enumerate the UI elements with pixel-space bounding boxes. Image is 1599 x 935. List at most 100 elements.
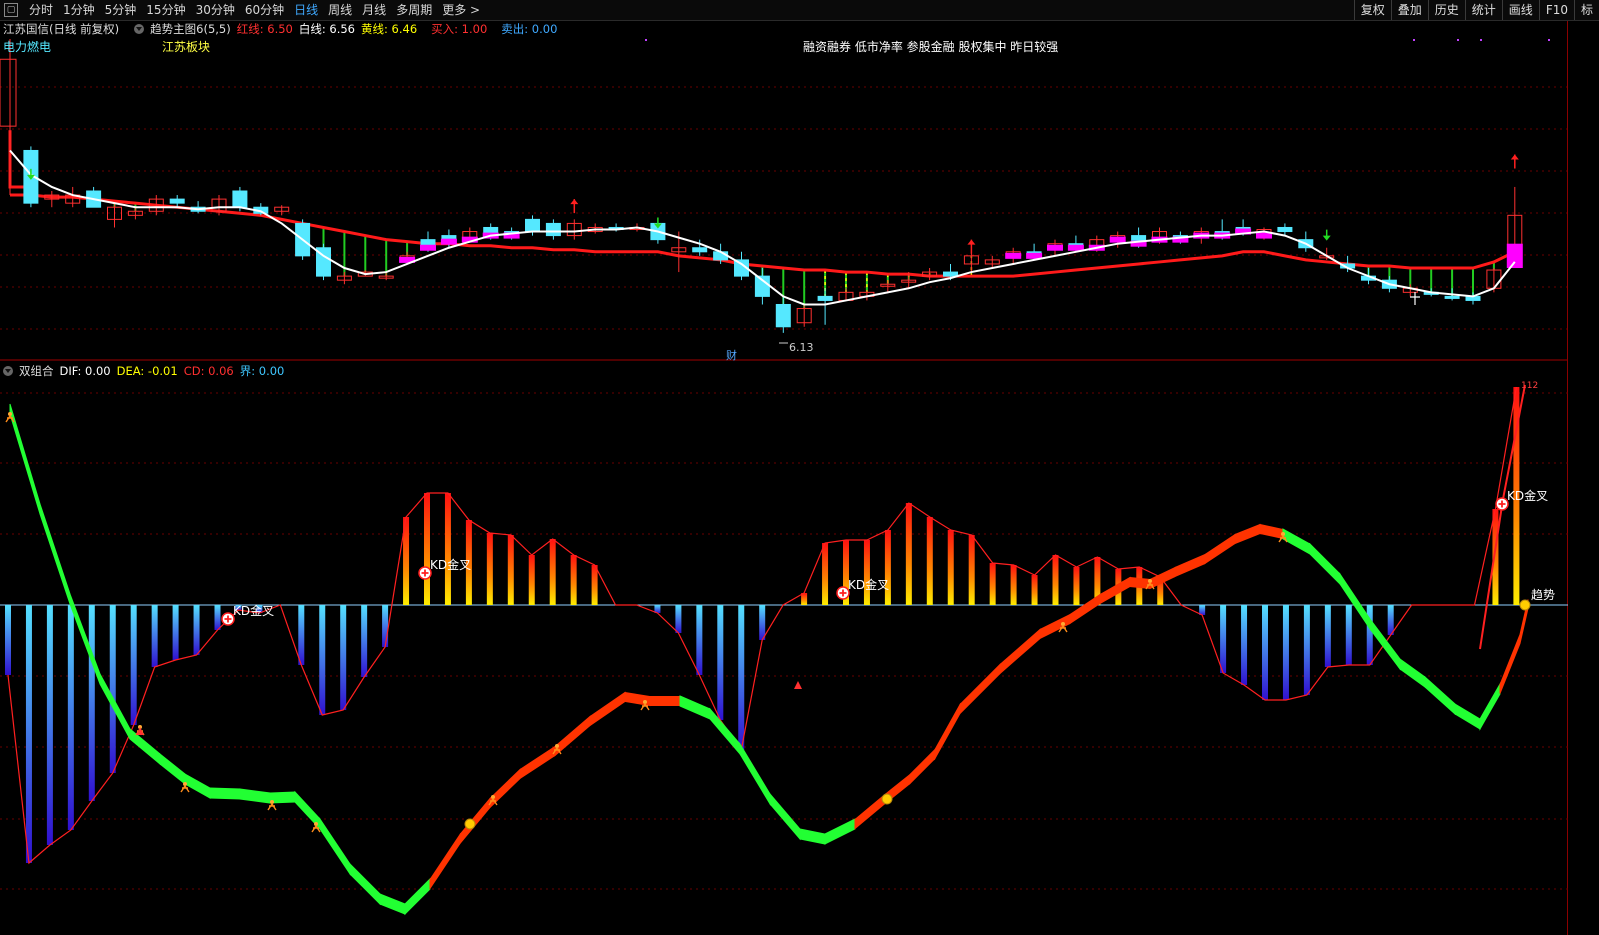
toolbar-right-buttons: 复权 叠加 历史 统计 画线 F10 标 bbox=[1353, 0, 1599, 20]
kd-golden-cross-label: KD金叉 bbox=[848, 577, 889, 592]
dif-dea-ribbon bbox=[999, 628, 1041, 675]
cd-bar bbox=[109, 605, 116, 773]
cd-bar bbox=[214, 605, 221, 630]
cd-bar bbox=[361, 605, 368, 677]
dif-dea-ribbon bbox=[379, 893, 406, 915]
candle-body bbox=[692, 247, 708, 253]
sub-panel-info: 双组合 DIF: 0.00 DEA: -0.01 CD: 0.06 界: 0.0… bbox=[0, 363, 290, 379]
top-dot bbox=[645, 39, 647, 41]
candle-body bbox=[817, 295, 833, 301]
cd-bar bbox=[884, 530, 891, 605]
cd-bar bbox=[1052, 555, 1059, 605]
toolbar-button-4[interactable]: 画线 bbox=[1501, 0, 1539, 20]
period-tabs: ▢ 分时 1分钟 5分钟 15分钟 30分钟 60分钟 日线 周线 月线 多周期 更多 > bbox=[0, 0, 485, 20]
candlestick-chart[interactable]: 电力燃电 江苏板块 融资融券 低市净率 参股金融 股权集中 昨日较强 6.13 财 bbox=[0, 21, 1568, 361]
toolbar-button-2[interactable]: 历史 bbox=[1427, 0, 1465, 20]
cd-bar bbox=[382, 605, 389, 647]
candle-body bbox=[713, 251, 729, 261]
cd-bar bbox=[1241, 605, 1248, 685]
dif-dea-ribbon bbox=[1479, 682, 1501, 731]
period-tab-6[interactable]: 日线 bbox=[289, 0, 323, 20]
menu-icon[interactable]: ▢ bbox=[4, 3, 18, 17]
sub-indicator-name[interactable]: 双组合 bbox=[19, 363, 54, 379]
period-tab-7[interactable]: 周线 bbox=[323, 0, 357, 20]
cd-bar bbox=[1303, 605, 1310, 695]
cd-bar bbox=[570, 555, 577, 605]
cd-bar bbox=[1345, 605, 1352, 665]
magenta-box bbox=[1109, 236, 1126, 243]
dif-dea-ribbon bbox=[9, 403, 41, 515]
dif-dea-ribbon bbox=[184, 773, 211, 799]
cd-bar bbox=[25, 605, 32, 863]
dif-dea-ribbon bbox=[129, 727, 161, 766]
cd-bar bbox=[968, 535, 975, 605]
cd-bar bbox=[444, 493, 451, 605]
sector-tag-jiangsu: 江苏板块 bbox=[162, 40, 210, 54]
cd-bar bbox=[46, 605, 53, 845]
cd-bar bbox=[905, 503, 912, 605]
cd-bar bbox=[88, 605, 95, 801]
cd-bar bbox=[1262, 605, 1268, 700]
cd-bar bbox=[172, 605, 179, 660]
cd-bar bbox=[507, 535, 514, 605]
gold-coin-icon bbox=[1519, 599, 1531, 611]
cd-bar bbox=[759, 605, 766, 640]
finance-mark: 财 bbox=[726, 348, 737, 361]
dif-dea-ribbon bbox=[799, 828, 826, 845]
kd-golden-cross-label: KD金叉 bbox=[1507, 488, 1548, 503]
cd-bar bbox=[319, 605, 326, 715]
candle-body bbox=[232, 190, 248, 208]
spike-top-label: 112 bbox=[1521, 381, 1538, 391]
period-tab-3[interactable]: 15分钟 bbox=[141, 0, 190, 20]
cd-bar bbox=[1366, 605, 1373, 665]
cd-bar bbox=[424, 493, 430, 605]
kd-golden-cross-label: KD金叉 bbox=[430, 557, 471, 572]
magenta-box bbox=[1047, 244, 1063, 251]
dif-dea-ribbon bbox=[459, 797, 491, 845]
period-tab-8[interactable]: 月线 bbox=[357, 0, 391, 20]
cd-bar bbox=[1387, 605, 1394, 635]
candle-body bbox=[943, 271, 958, 277]
dif-dea-ribbon bbox=[319, 817, 351, 876]
magenta-box bbox=[420, 244, 436, 251]
dif-dea-ribbon bbox=[824, 818, 856, 845]
down-arrow-icon bbox=[1322, 235, 1331, 241]
magenta-box bbox=[1506, 243, 1523, 269]
period-tab-2[interactable]: 5分钟 bbox=[100, 0, 142, 20]
cd-bar bbox=[298, 605, 305, 665]
period-tab-0[interactable]: 分时 bbox=[24, 0, 58, 20]
cd-bar bbox=[151, 605, 158, 667]
sub-indicator-collapse-icon[interactable] bbox=[3, 366, 13, 376]
cd-bar bbox=[193, 605, 200, 655]
dif-dea-ribbon bbox=[959, 663, 1001, 715]
period-tab-9[interactable]: 多周期 bbox=[391, 0, 437, 20]
toolbar-button-0[interactable]: 复权 bbox=[1353, 0, 1391, 20]
low-price-label: 6.13 bbox=[789, 341, 814, 354]
up-arrow-icon bbox=[1510, 154, 1519, 160]
period-tab-10[interactable]: 更多 > bbox=[437, 0, 485, 20]
period-tab-5[interactable]: 60分钟 bbox=[240, 0, 289, 20]
dif-dea-ribbon bbox=[39, 503, 71, 605]
dif-dea-ribbon bbox=[239, 788, 271, 804]
candle-body bbox=[0, 58, 17, 127]
period-tab-4[interactable]: 30分钟 bbox=[191, 0, 240, 20]
cd-bar bbox=[926, 517, 933, 605]
sector-tag-power: 电力燃电 bbox=[3, 39, 51, 54]
dif-dea-ribbon bbox=[854, 793, 886, 830]
period-tab-1[interactable]: 1分钟 bbox=[58, 0, 100, 20]
toolbar-button-5[interactable]: F10 bbox=[1538, 0, 1574, 20]
dif-dea-ribbon bbox=[1099, 576, 1131, 605]
toolbar-button-6[interactable]: 标 bbox=[1573, 0, 1599, 20]
macd-chart[interactable]: 112KD金叉KD金叉KD金叉KD金叉趋势 bbox=[0, 379, 1568, 935]
dif-dea-ribbon bbox=[769, 792, 801, 841]
toolbar-button-3[interactable]: 统计 bbox=[1464, 0, 1502, 20]
dif-dea-ribbon bbox=[934, 702, 961, 761]
cd-bar bbox=[130, 605, 137, 725]
candle-body bbox=[1444, 295, 1460, 299]
toolbar-button-1[interactable]: 叠加 bbox=[1390, 0, 1428, 20]
dif-dea-ribbon bbox=[1369, 617, 1401, 671]
dif-dea-ribbon bbox=[1204, 533, 1236, 565]
dif-dea-ribbon bbox=[1499, 634, 1521, 694]
top-dot bbox=[1413, 39, 1415, 41]
up-arrow-icon bbox=[570, 199, 579, 205]
